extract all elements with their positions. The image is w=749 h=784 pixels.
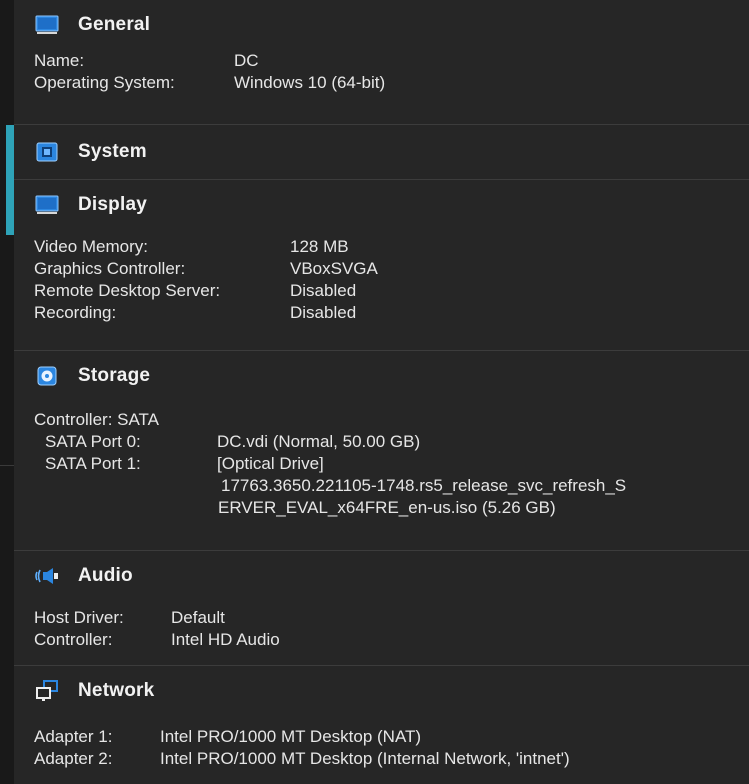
storage-controller-text: Controller: SATA	[34, 410, 160, 429]
network-adapter2-row: Adapter 2: Intel PRO/1000 MT Desktop (In…	[34, 748, 749, 770]
network-adapter1-row: Adapter 1: Intel PRO/1000 MT Desktop (NA…	[34, 726, 749, 748]
audio-controller-row: Controller: Intel HD Audio	[34, 629, 749, 651]
section-audio-title: Audio	[78, 565, 133, 586]
storage-iso-line2: ERVER_EVAL_x64FRE_en-us.iso (5.26 GB)	[34, 497, 749, 519]
section-storage-body: Controller: SATA SATA Port 0: DC.vdi (No…	[14, 401, 749, 527]
general-os-row: Operating System: Windows 10 (64-bit)	[34, 72, 749, 94]
section-storage: Storage Controller: SATA SATA Port 0: DC…	[14, 351, 749, 551]
section-storage-title: Storage	[78, 365, 151, 386]
section-network: Network Adapter 1: Intel PRO/1000 MT Des…	[14, 666, 749, 784]
display-graphics-controller-key: Graphics Controller:	[34, 259, 186, 278]
section-audio-header[interactable]: Audio	[14, 551, 749, 601]
storage-port0-row: SATA Port 0: DC.vdi (Normal, 50.00 GB)	[34, 431, 749, 453]
section-system-title: System	[78, 141, 147, 162]
section-display: Display Video Memory: 128 MB Graphics Co…	[14, 180, 749, 351]
storage-port1-value: [Optical Drive]	[217, 454, 324, 473]
section-general-body: Name: DC Operating System: Windows 10 (6…	[14, 50, 749, 102]
display-video-memory-row: Video Memory: 128 MB	[34, 236, 749, 258]
storage-iso-text-1: 17763.3650.221105-1748.rs5_release_svc_r…	[221, 476, 627, 495]
section-system: System	[14, 125, 749, 180]
section-network-title: Network	[78, 680, 155, 701]
section-audio: Audio Host Driver: Default Controller: I…	[14, 551, 749, 666]
section-general: General Name: DC Operating System: Windo…	[14, 0, 749, 125]
storage-port0-value: DC.vdi (Normal, 50.00 GB)	[217, 432, 421, 451]
section-storage-header[interactable]: Storage	[14, 351, 749, 401]
section-display-title: Display	[78, 194, 147, 215]
selected-vm-indicator	[6, 125, 14, 235]
audio-controller-value: Intel HD Audio	[171, 630, 280, 649]
storage-port1-key: SATA Port 1:	[45, 454, 141, 473]
general-name-key: Name:	[34, 51, 85, 70]
chip-icon	[34, 141, 60, 163]
general-os-key: Operating System:	[34, 73, 175, 92]
vm-list-edge[interactable]	[0, 0, 14, 784]
display-recording-key: Recording:	[34, 303, 117, 322]
section-system-header[interactable]: System	[14, 125, 749, 179]
network-adapter2-key: Adapter 2:	[34, 749, 113, 768]
details-panel: General Name: DC Operating System: Windo…	[14, 0, 749, 784]
display-recording-value: Disabled	[290, 303, 357, 322]
audio-host-driver-value: Default	[171, 608, 225, 627]
network-adapter2-value: Intel PRO/1000 MT Desktop (Internal Netw…	[160, 749, 570, 768]
storage-iso-text-2: ERVER_EVAL_x64FRE_en-us.iso (5.26 GB)	[218, 498, 556, 517]
monitor-icon	[34, 194, 60, 216]
section-network-header[interactable]: Network	[14, 666, 749, 716]
display-video-memory-value: 128 MB	[290, 237, 349, 256]
rail-divider	[0, 465, 14, 466]
display-recording-row: Recording: Disabled	[34, 302, 749, 324]
audio-host-driver-key: Host Driver:	[34, 608, 124, 627]
general-os-value: Windows 10 (64-bit)	[234, 73, 386, 92]
audio-controller-key: Controller:	[34, 630, 113, 649]
section-general-header[interactable]: General	[14, 0, 749, 50]
display-rdp-key: Remote Desktop Server:	[34, 281, 221, 300]
storage-controller-label: Controller: SATA	[34, 409, 749, 431]
section-general-title: General	[78, 14, 151, 35]
general-name-value: DC	[234, 51, 259, 70]
storage-iso-line1: 17763.3650.221105-1748.rs5_release_svc_r…	[34, 475, 749, 497]
storage-port0-key: SATA Port 0:	[45, 432, 141, 451]
display-graphics-controller-row: Graphics Controller: VBoxSVGA	[34, 258, 749, 280]
display-rdp-value: Disabled	[290, 281, 357, 300]
speaker-icon	[34, 565, 60, 587]
monitor-icon	[34, 14, 60, 36]
network-adapter1-key: Adapter 1:	[34, 727, 113, 746]
section-audio-body: Host Driver: Default Controller: Intel H…	[14, 601, 749, 659]
vm-details-window: General Name: DC Operating System: Windo…	[0, 0, 749, 784]
general-name-row: Name: DC	[34, 50, 749, 72]
network-icon	[34, 680, 60, 702]
section-network-body: Adapter 1: Intel PRO/1000 MT Desktop (NA…	[14, 716, 749, 778]
audio-host-driver-row: Host Driver: Default	[34, 607, 749, 629]
storage-port1-row: SATA Port 1: [Optical Drive]	[34, 453, 749, 475]
display-graphics-controller-value: VBoxSVGA	[290, 259, 378, 278]
network-adapter1-value: Intel PRO/1000 MT Desktop (NAT)	[160, 727, 422, 746]
section-display-body: Video Memory: 128 MB Graphics Controller…	[14, 230, 749, 332]
display-rdp-row: Remote Desktop Server: Disabled	[34, 280, 749, 302]
disk-icon	[34, 365, 60, 387]
display-video-memory-key: Video Memory:	[34, 237, 149, 256]
section-display-header[interactable]: Display	[14, 180, 749, 230]
